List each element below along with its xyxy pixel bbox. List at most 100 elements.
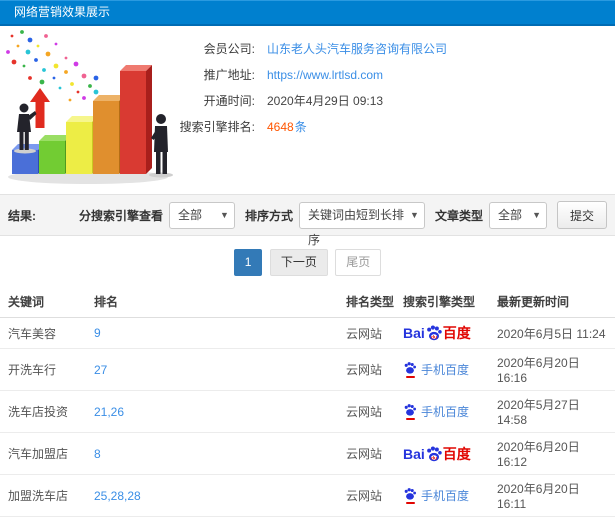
promotion-url-value[interactable]: https://www.lrtlsd.com xyxy=(267,62,383,88)
filter-bar: 结果: 分搜索引擎查看 全部 ▼ 排序方式 关键词由短到长排序 ▼ 文章类型 全部 ▼ 提交 xyxy=(0,194,615,247)
page-title: 网络营销效果展示 xyxy=(14,5,111,19)
rank-cell: 30 xyxy=(90,516,342,520)
page-number-current[interactable]: 1 xyxy=(233,249,263,276)
engine-view-filter-label: 分搜索引擎查看 xyxy=(78,208,163,223)
rank-type-cell: 云网站 xyxy=(342,474,399,517)
table-row: 汽车美容 9 云网站 Bai du 百度 2020年6月5日 11:24 xyxy=(0,317,615,349)
mobile-baidu-logo: 手机百度 xyxy=(403,403,489,420)
engine-type-cell: 手机百度 xyxy=(399,474,493,517)
mobile-baidu-paw xyxy=(403,403,417,420)
page: 网络营销效果展示 会员公司: 山东老人头汽车服务咨询有限公司 推广地址: https:… xyxy=(0,0,615,520)
submit-button[interactable]: 提交 xyxy=(556,201,607,229)
rank-cell: 25,28,28 xyxy=(90,474,342,517)
update-time-cell: 2020年6月20日 16:16 xyxy=(493,348,615,391)
info-field-row: 推广地址: https://www.lrtlsd.com xyxy=(175,62,447,88)
table-row: 加盟洗车店 25,28,28 云网站 手机百度 2020年6月20日 16:11 xyxy=(0,474,615,517)
bar-chart-illustration xyxy=(0,26,175,191)
column-header-2: 排名类型 xyxy=(342,285,399,318)
rank-type-cell: 云网站 xyxy=(342,390,399,433)
rank-type-cell: 云网站 xyxy=(342,432,399,475)
update-time-cell: 2020年5月27日 14:58 xyxy=(493,390,615,433)
promotion-url-label: 推广地址: xyxy=(203,68,255,82)
rank-cell: 21,26 xyxy=(90,390,342,433)
keyword-cell: 汽车美容 xyxy=(0,317,90,349)
keyword-cell: 洗车店投资 xyxy=(0,390,90,433)
engine-view-filter-select[interactable]: 全部 ▼ xyxy=(168,201,235,229)
column-header-1: 排名 xyxy=(90,285,342,318)
baidu-paw-icon xyxy=(404,362,417,374)
paw-underline xyxy=(405,418,415,420)
table-row: 汽车加盟店 8 云网站 Bai du 百度 2020年6月20日 16:12 xyxy=(0,432,615,475)
paw-underline xyxy=(405,502,415,504)
chevron-down-icon: ▼ xyxy=(410,209,419,220)
engine-rank-count-value: 4648条 xyxy=(267,114,307,140)
baidu-logo-text: Bai xyxy=(403,445,425,462)
next-page-button[interactable]: 下一页 xyxy=(269,249,328,276)
article-type-filter-label: 文章类型 xyxy=(434,208,483,223)
info-fields: 会员公司: 山东老人头汽车服务咨询有限公司 推广地址: https://www.lrt… xyxy=(175,26,447,194)
engine-rank-count-label: 搜索引擎排名: xyxy=(179,120,255,134)
update-time-cell: 2020年6月20日 16:11 xyxy=(493,474,615,517)
bar-chart-svg xyxy=(6,30,173,184)
mobile-baidu-label: 手机百度 xyxy=(421,489,470,503)
baidu-paw: du xyxy=(425,324,443,342)
update-time-cell: 2020年6月20日 16:12 xyxy=(493,516,615,520)
engine-type-cell: 手机百度 xyxy=(399,390,493,433)
filter-controls: 分搜索引擎查看 全部 ▼ 排序方式 关键词由短到长排序 ▼ 文章类型 全部 ▼ xyxy=(69,201,547,247)
engine-type-cell: 手机百度 xyxy=(399,348,493,391)
mobile-baidu-label: 手机百度 xyxy=(421,363,470,377)
rank-cell: 9 xyxy=(90,317,342,349)
engine-type-cell: Bai du 百度 xyxy=(399,317,493,349)
rank-cell: 8 xyxy=(90,432,342,475)
update-time-cell: 2020年6月20日 16:12 xyxy=(493,432,615,475)
keyword-cell: 汽车加盟店 xyxy=(0,432,90,475)
sort-order-filter-select[interactable]: 关键词由短到长排序 ▼ xyxy=(298,201,425,247)
paw-underline xyxy=(405,376,415,378)
rank-link[interactable]: 8 xyxy=(94,447,101,461)
engine-rank-count-unit: 条 xyxy=(294,120,307,134)
svg-text:du: du xyxy=(431,334,437,340)
results-label: 结果: xyxy=(8,208,36,223)
baidu-paw-icon: du xyxy=(426,445,442,461)
column-header-4: 最新更新时间 xyxy=(493,285,615,318)
rank-link[interactable]: 9 xyxy=(94,326,101,340)
page-title-bar: 网络营销效果展示 xyxy=(0,0,615,26)
rank-link[interactable]: 21,26 xyxy=(94,405,124,419)
table-row: 洗车店投资 21,26 云网站 手机百度 2020年5月27日 14:58 xyxy=(0,390,615,433)
open-time-label: 开通时间: xyxy=(203,94,255,108)
sort-order-filter-label: 排序方式 xyxy=(244,208,293,223)
article-type-filter-select[interactable]: 全部 ▼ xyxy=(488,201,547,229)
rank-link[interactable]: 27 xyxy=(94,363,107,377)
column-header-0: 关键词 xyxy=(0,285,90,318)
baidu-paw-icon: du xyxy=(426,325,442,340)
column-header-3: 搜索引擎类型 xyxy=(399,285,493,318)
rank-link[interactable]: 25,28,28 xyxy=(94,489,141,503)
article-type-selected-value: 全部 xyxy=(497,207,522,222)
mobile-baidu-logo: 手机百度 xyxy=(403,487,489,504)
baidu-paw-icon xyxy=(404,404,417,416)
member-company-label: 会员公司: xyxy=(203,42,255,56)
mobile-baidu-paw xyxy=(403,361,417,378)
rank-table: 关键词 排名 排名类型 搜索引擎类型 最新更新时间 汽车美容 9 云网站 Bai du 百度 202… xyxy=(0,285,615,520)
last-page-button[interactable]: 尾页 xyxy=(335,249,382,276)
table-body: 汽车美容 9 云网站 Bai du 百度 2020年6月5日 11:24 开洗车行 27 云网站手… xyxy=(0,317,615,520)
table-row: 洗车赚钱吗30云网站手机百度2020年6月20日 16:12 xyxy=(0,516,615,520)
engine-rank-count-number: 4648 xyxy=(267,120,294,134)
info-field-row: 会员公司: 山东老人头汽车服务咨询有限公司 xyxy=(175,36,447,62)
baidu-logo: Bai du 百度 xyxy=(403,444,489,464)
engine-type-cell: 手机百度 xyxy=(399,516,493,520)
rank-cell: 27 xyxy=(90,348,342,391)
member-company-value[interactable]: 山东老人头汽车服务咨询有限公司 xyxy=(267,36,447,62)
baidu-logo-text: Bai xyxy=(403,325,425,341)
mobile-baidu-logo: 手机百度 xyxy=(403,361,489,378)
baidu-paw: du xyxy=(425,445,443,463)
svg-text:du: du xyxy=(431,455,437,461)
keyword-cell: 开洗车行 xyxy=(0,348,90,391)
keyword-cell: 洗车赚钱吗 xyxy=(0,516,90,520)
mobile-baidu-paw xyxy=(403,487,417,504)
baidu-logo: Bai du 百度 xyxy=(403,323,489,343)
open-time-value: 2020年4月29日 09:13 xyxy=(267,94,384,108)
baidu-logo-cn: 百度 xyxy=(442,445,471,462)
chevron-down-icon: ▼ xyxy=(532,209,541,220)
table-header-row: 关键词 排名 排名类型 搜索引擎类型 最新更新时间 xyxy=(0,285,615,318)
